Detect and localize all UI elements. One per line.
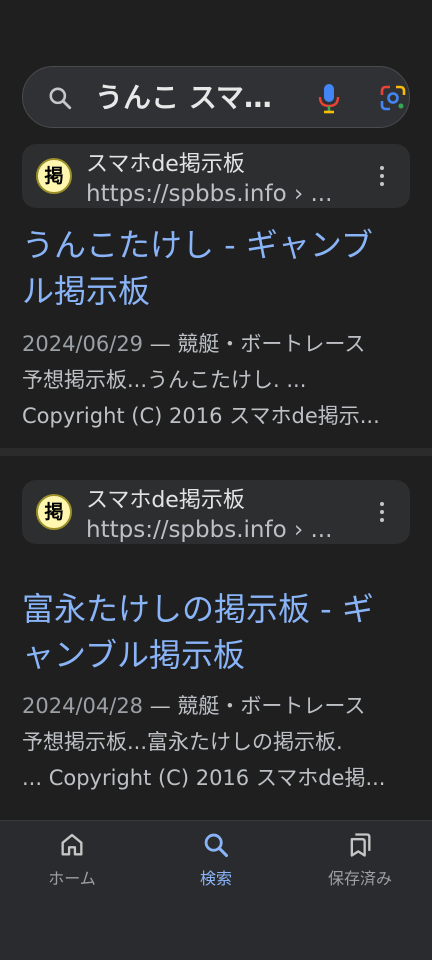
snippet-text: — 競艇・ボートレース	[143, 332, 366, 356]
search-icon	[204, 833, 229, 858]
mic-icon[interactable]	[317, 82, 341, 114]
snippet-line: 予想掲示板...うんこたけし. ...	[22, 368, 307, 392]
nav-home-label: ホーム	[48, 869, 96, 888]
search-icon[interactable]	[47, 85, 73, 111]
home-icon	[61, 833, 83, 856]
site-favicon-icon: 掲	[36, 158, 72, 194]
title-line: うんこたけし - ギャンブ	[22, 226, 373, 264]
nav-home[interactable]: ホーム	[0, 831, 144, 901]
search-header: うんこ スマ…	[0, 0, 432, 140]
saved-collections-icon	[350, 833, 371, 857]
title-line: ル掲示板	[22, 272, 151, 310]
source-name: スマホde掲示板	[86, 488, 245, 513]
nav-search[interactable]: 検索	[144, 831, 288, 901]
nav-saved-label: 保存済み	[327, 869, 392, 888]
title-line: ャンブル掲示板	[22, 636, 246, 674]
source-card[interactable]: 掲 スマホde掲示板 https://spbbs.info › ...	[22, 480, 410, 544]
snippet-line: Copyright (C) 2016 スマホde掲示...	[22, 404, 380, 428]
result-snippet: 2024/04/28 — 競艇・ボートレース 予想掲示板...富永たけしの掲示板…	[22, 688, 412, 796]
title-line: 富永たけしの掲示板 - ギ	[22, 590, 374, 628]
snippet-line: 2024/06/29 — 競艇・ボートレース	[22, 326, 412, 362]
result-date: 2024/06/29	[22, 332, 144, 356]
search-box[interactable]: うんこ スマ…	[22, 66, 410, 128]
result-divider	[0, 448, 432, 456]
result-snippet: 2024/06/29 — 競艇・ボートレース 予想掲示板...うんこたけし. .…	[22, 326, 412, 434]
site-favicon-icon: 掲	[36, 494, 72, 530]
snippet-line: 予想掲示板...富永たけしの掲示板.	[22, 730, 343, 754]
source-name: スマホde掲示板	[86, 152, 245, 177]
result-title-link[interactable]: 富永たけしの掲示板 - ギ ャンブル掲示板	[22, 586, 414, 678]
source-url: https://spbbs.info › ...	[86, 181, 333, 207]
more-options-icon[interactable]	[376, 502, 388, 524]
source-card[interactable]: 掲 スマホde掲示板 https://spbbs.info › ...	[22, 144, 410, 208]
snippet-line: ... Copyright (C) 2016 スマホde掲...	[22, 766, 386, 790]
nav-saved[interactable]: 保存済み	[288, 831, 432, 901]
more-options-icon[interactable]	[376, 166, 388, 188]
google-lens-icon[interactable]	[379, 84, 407, 112]
result-date: 2024/04/28	[22, 694, 144, 718]
search-result: 掲 スマホde掲示板 https://spbbs.info › ... 富永たけ…	[0, 456, 432, 820]
result-title-link[interactable]: うんこたけし - ギャンブ ル掲示板	[22, 222, 414, 314]
snippet-text: — 競艇・ボートレース	[143, 694, 366, 718]
snippet-line: 2024/04/28 — 競艇・ボートレース	[22, 688, 412, 724]
source-url: https://spbbs.info › ...	[86, 517, 333, 543]
bottom-navigation: ホーム 検索 保存済み	[0, 820, 432, 960]
nav-search-label: 検索	[199, 869, 232, 888]
search-query[interactable]: うんこ スマ…	[95, 81, 291, 115]
